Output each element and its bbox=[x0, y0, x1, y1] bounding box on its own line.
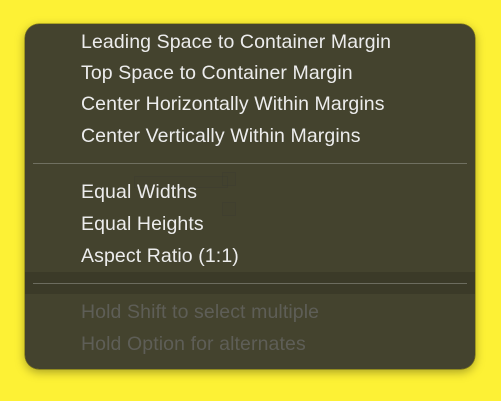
menu-hint-hold-option: Hold Option for alternates bbox=[81, 333, 306, 355]
menu-hint-hold-shift: Hold Shift to select multiple bbox=[81, 301, 320, 323]
menu-separator bbox=[33, 163, 467, 164]
menu-item-center-vertically-within-margins[interactable]: Center Vertically Within Margins bbox=[81, 120, 361, 152]
menu-item-equal-widths[interactable]: Equal Widths bbox=[81, 176, 197, 208]
menu-item-equal-heights[interactable]: Equal Heights bbox=[81, 208, 204, 240]
menu-separator bbox=[33, 283, 467, 284]
menu-item-center-horizontally-within-margins[interactable]: Center Horizontally Within Margins bbox=[81, 88, 385, 120]
menu-item-top-space-to-container-margin[interactable]: Top Space to Container Margin bbox=[81, 57, 353, 89]
menu-item-aspect-ratio[interactable]: Aspect Ratio (1:1) bbox=[81, 240, 239, 272]
context-menu: Leading Space to Container Margin Top Sp… bbox=[25, 24, 475, 369]
menu-item-leading-space-to-container-margin[interactable]: Leading Space to Container Margin bbox=[81, 26, 391, 58]
